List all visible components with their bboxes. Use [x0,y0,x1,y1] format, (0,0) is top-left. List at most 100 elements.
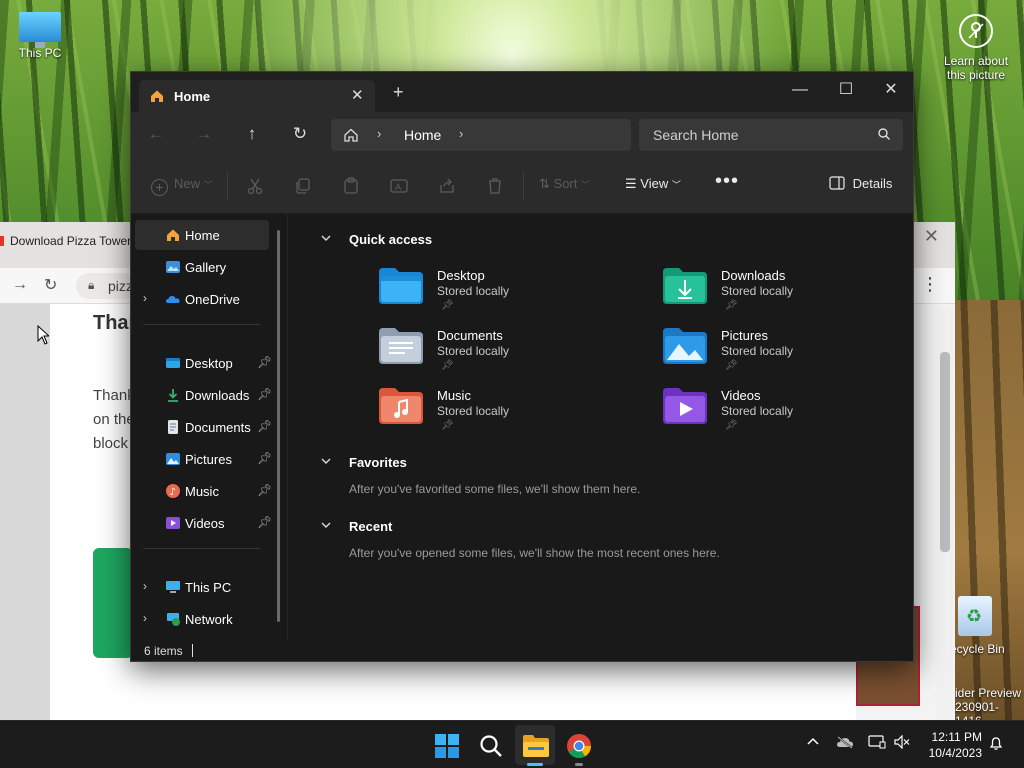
view-button[interactable]: ☰ View ﹀ [625,176,681,192]
browser-tab[interactable]: Download Pizza Tower [0,234,131,248]
close-button[interactable]: ✕ [868,76,914,106]
paste-icon[interactable] [341,176,361,196]
status-separator [192,644,193,657]
desktop-icon-this-pc[interactable]: This PC [10,10,70,60]
sort-label: Sort [553,176,578,191]
chevron-down-icon[interactable] [320,455,332,470]
forward-arrow-icon[interactable]: → [193,124,215,146]
share-icon[interactable] [437,176,457,196]
more-options-button[interactable]: ••• [715,170,739,193]
recent-empty-note: After you've opened some files, we'll sh… [349,546,720,560]
quick-access-item-music[interactable]: Music Stored locally 📌︎ [379,388,639,444]
sidebar-item-label: Pictures [185,452,232,467]
pane-divider[interactable] [287,214,288,640]
address-bar[interactable]: › Home › [331,119,631,151]
delete-icon[interactable] [485,176,505,196]
rename-icon[interactable]: A [389,176,409,196]
breadcrumb[interactable]: Home [404,127,441,143]
sidebar-item-home[interactable]: Home [135,220,269,250]
downloads-folder-icon [663,268,707,307]
sidebar-item-documents[interactable]: Documents 📌︎ [135,412,272,442]
browser-address-bar[interactable]: 🔒︎ pizz [76,273,136,299]
sidebar-item-gallery[interactable]: Gallery [135,252,269,282]
group-title: Quick access [349,232,433,247]
chevron-right-icon[interactable]: › [143,611,147,625]
system-clock[interactable]: 12:11 PM 10/4/2023 [922,729,982,761]
refresh-icon[interactable]: ↻ [289,124,311,146]
windows-start-icon[interactable] [434,733,460,759]
sidebar-item-this-pc[interactable]: › This PC [135,572,269,602]
minimize-button[interactable]: — [777,76,823,106]
browser-close-icon[interactable]: ✕ [924,226,939,247]
sidebar-divider [143,548,261,549]
forward-arrow-icon[interactable]: → [12,276,28,294]
item-status: Stored locally [437,404,510,418]
chevron-right-icon[interactable]: › [143,291,147,305]
chevron-right-icon[interactable]: › [143,579,147,593]
copy-icon[interactable] [293,176,313,196]
item-status: Stored locally [721,284,794,298]
sidebar-item-desktop[interactable]: Desktop 📌︎ [135,348,272,378]
taskbar-search-icon[interactable] [478,733,504,759]
sidebar-item-label: Music [185,484,219,499]
quick-access-item-desktop[interactable]: Desktop Stored locally 📌︎ [379,268,639,324]
chevron-down-icon: ﹀ [203,180,213,190]
plus-icon: + [151,179,168,196]
show-hidden-icons-chevron-up-icon[interactable] [806,735,820,752]
browser-scrollbar[interactable] [937,308,953,720]
home-outline-icon[interactable] [343,127,359,146]
new-tab-button[interactable]: + [393,83,404,101]
details-label: Details [852,176,893,191]
notification-bell-icon[interactable] [988,735,1004,754]
pin-icon: 📌︎ [725,300,738,311]
view-icon: ☰ [625,176,637,191]
quick-access-item-downloads[interactable]: Downloads Stored locally 📌︎ [663,268,923,324]
details-pane-button[interactable]: Details [829,176,892,191]
search-input[interactable]: Search Home [653,127,739,143]
back-arrow-icon[interactable]: ← [145,124,167,146]
chevron-down-icon: ﹀ [671,180,681,190]
desktop-folder-icon [379,268,423,307]
quick-access-item-documents[interactable]: Documents Stored locally 📌︎ [379,328,639,384]
cut-icon[interactable] [245,176,265,196]
onedrive-offline-icon[interactable] [836,735,854,752]
sidebar-item-onedrive[interactable]: › OneDrive [135,284,269,314]
tab-label: Home [174,89,211,104]
scroll-thumb[interactable] [940,352,950,552]
chevron-right-icon[interactable]: › [377,126,381,141]
file-explorer-taskbar-icon[interactable] [522,733,549,759]
sidebar-item-downloads[interactable]: Downloads 📌︎ [135,380,272,410]
new-button[interactable]: + New ﹀ [151,176,213,196]
sidebar-item-music[interactable]: ♪ Music 📌︎ [135,476,272,506]
network-status-icon[interactable] [868,735,886,752]
download-button[interactable] [93,548,133,658]
sidebar-item-videos[interactable]: Videos 📌︎ [135,508,272,538]
pin-icon: 📌︎ [257,451,273,465]
up-arrow-icon[interactable]: ↑ [241,124,263,146]
chevron-down-icon[interactable] [320,232,332,247]
quick-access-item-pictures[interactable]: Pictures Stored locally 📌︎ [663,328,923,384]
chrome-taskbar-icon[interactable] [566,733,592,759]
pin-icon: 📌︎ [441,420,454,431]
close-tab-icon[interactable]: ✕ [351,86,364,104]
browser-menu-icon[interactable]: ⋮ [921,274,939,295]
sidebar-item-network[interactable]: › Network [135,604,269,634]
quick-access-item-videos[interactable]: Videos Stored locally 📌︎ [663,388,923,444]
navigation-pane-scrollbar[interactable] [277,230,280,622]
home-icon [165,227,181,243]
recycle-bin-icon: ♻ [958,596,992,636]
reload-icon[interactable]: ↻ [44,275,57,295]
chevron-right-icon[interactable]: › [459,126,463,141]
sidebar-item-pictures[interactable]: Pictures 📌︎ [135,444,273,474]
explorer-tab-home[interactable]: Home ✕ [139,80,375,112]
sort-button[interactable]: ⇅ Sort ﹀ [539,176,590,192]
volume-muted-icon[interactable] [894,734,910,752]
file-explorer-window[interactable]: Home ✕ + — ☐ ✕ ← → ↑ ↻ › Home › Search H… [130,71,914,662]
desktop-icon-recycle-bin[interactable]: ♻ ecycle Bin [950,596,1024,656]
picture-icon [165,451,181,467]
desktop-icon-learn-about-picture[interactable]: Learn about this picture [938,10,1014,82]
chevron-down-icon[interactable] [320,519,332,534]
sidebar-item-label: Downloads [185,388,250,403]
maximize-button[interactable]: ☐ [823,76,869,106]
search-box[interactable]: Search Home [639,119,903,151]
